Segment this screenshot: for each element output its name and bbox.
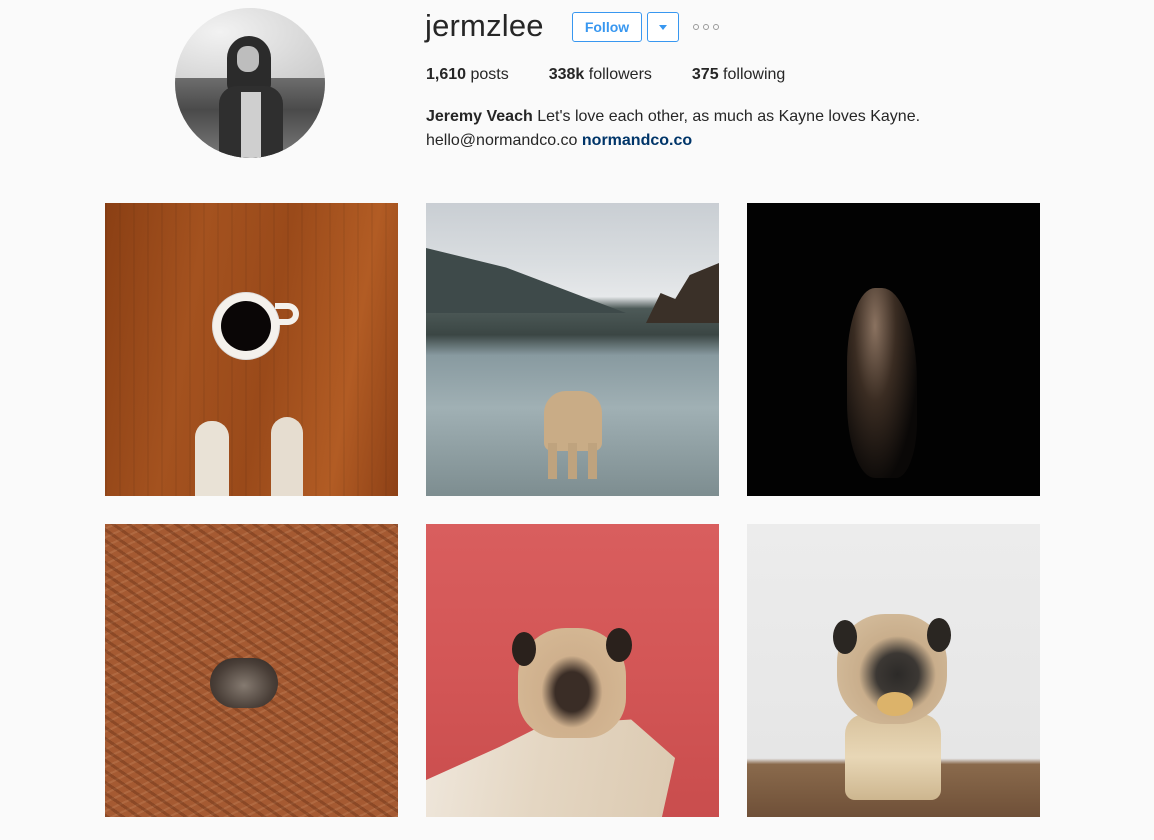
post-thumbnail-lake[interactable] — [426, 203, 719, 496]
pug-in-water — [544, 391, 602, 451]
bio-text: Let's love each other, as much as Kayne … — [532, 108, 921, 125]
posts-count: 1,610 — [426, 66, 467, 83]
pug-head-in-mulch — [210, 658, 278, 708]
pug-ear-left — [833, 620, 857, 654]
pug-ear-right — [927, 618, 951, 652]
coffee — [221, 301, 271, 351]
avatar-shirt — [241, 92, 261, 158]
bio-line-2: hello@normandco.co normandco.co — [426, 129, 920, 153]
post-thumbnail-coffee[interactable] — [105, 203, 398, 496]
chevron-down-icon — [659, 24, 667, 30]
paw-left — [195, 421, 229, 496]
post-thumbnail-red-wall[interactable] — [426, 524, 719, 817]
bio-full-name: Jeremy Veach — [426, 108, 533, 125]
mug-handle — [275, 303, 299, 325]
mountain — [426, 248, 626, 313]
following-stat[interactable]: 375 following — [692, 66, 785, 84]
pug-ear-left — [512, 632, 536, 666]
followers-label: followers — [584, 66, 652, 83]
more-options-icon — [693, 24, 699, 30]
trees — [646, 263, 719, 323]
bio-line-1: Jeremy Veach Let's love each other, as m… — [426, 105, 920, 129]
more-options-icon — [703, 24, 709, 30]
post-thumbnail-dark[interactable] — [747, 203, 1040, 496]
posts-label: posts — [466, 66, 509, 83]
bio-email: hello@normandco.co — [426, 132, 578, 149]
profile-avatar[interactable] — [175, 8, 325, 158]
post-thumbnail-pug-mask[interactable] — [747, 524, 1040, 817]
dark-pug-shape — [847, 288, 917, 478]
suggestions-dropdown-button[interactable] — [647, 12, 679, 42]
pug-body — [845, 714, 941, 800]
more-options-icon — [713, 24, 719, 30]
avatar-face — [237, 46, 259, 72]
pug-legs — [548, 443, 600, 479]
paw-right — [271, 417, 303, 496]
profile-stats: 1,610 posts 338k followers 375 following — [426, 66, 825, 84]
bio-website-link[interactable]: normandco.co — [582, 132, 692, 149]
following-label: following — [718, 66, 786, 83]
profile-bio: Jeremy Veach Let's love each other, as m… — [426, 105, 920, 153]
following-count: 375 — [691, 66, 719, 83]
pug-ear-right — [606, 628, 632, 662]
followers-count: 338k — [548, 66, 585, 83]
profile-username: jermzlee — [425, 8, 544, 43]
pug-tongue — [877, 692, 913, 716]
more-options-button[interactable] — [693, 20, 719, 34]
followers-stat[interactable]: 338k followers — [549, 66, 652, 84]
follow-button[interactable]: Follow — [572, 12, 642, 42]
post-thumbnail-mulch[interactable] — [105, 524, 398, 817]
posts-stat: 1,610 posts — [426, 66, 509, 84]
